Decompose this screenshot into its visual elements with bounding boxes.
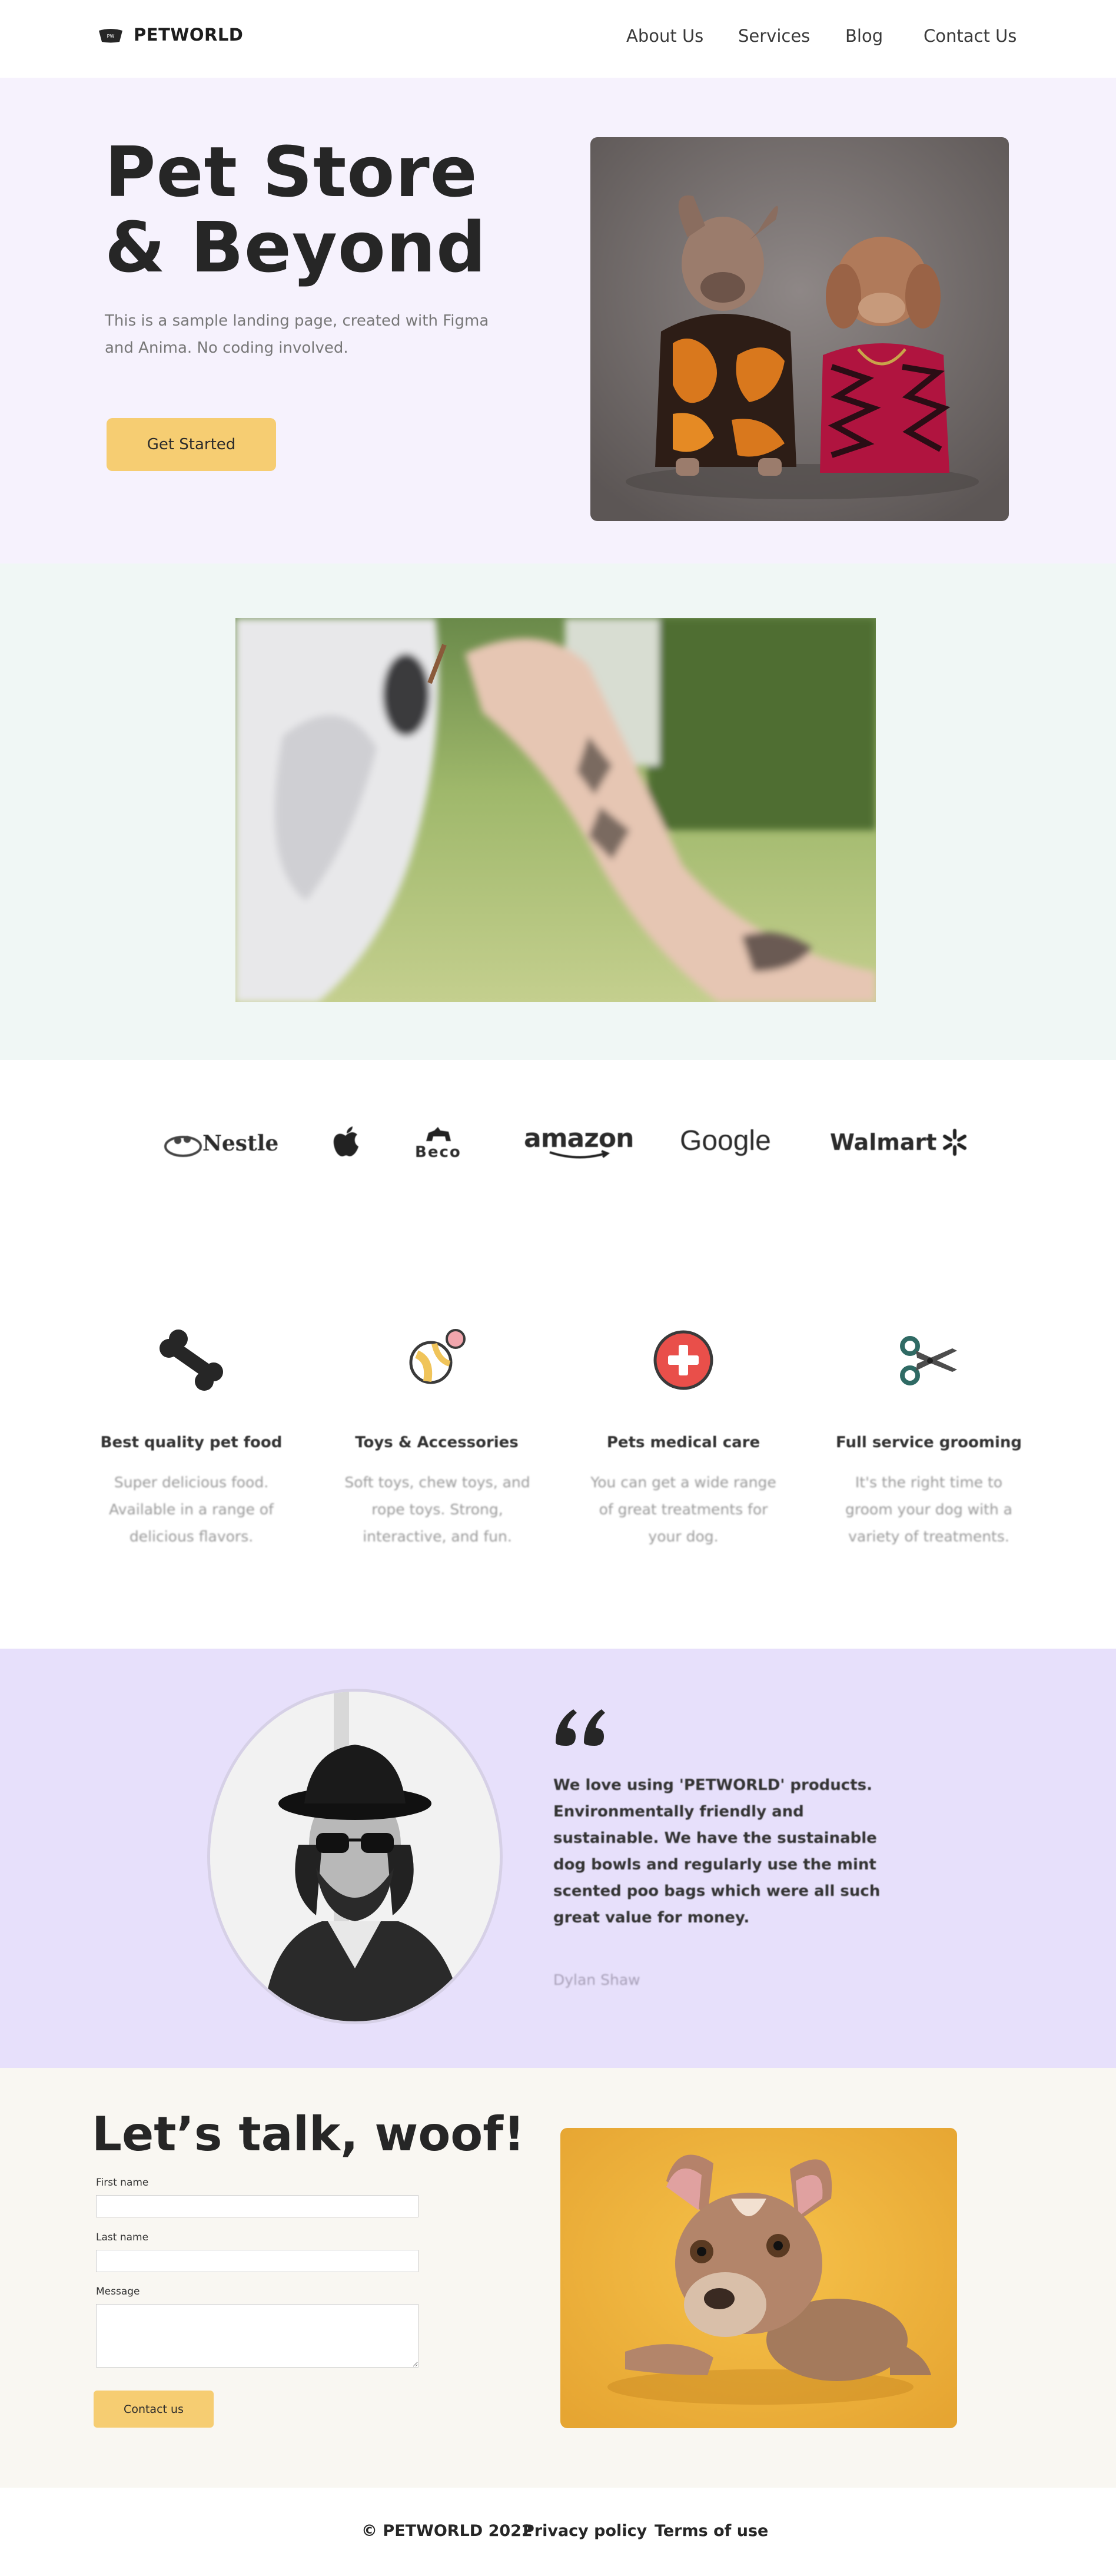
nav-link-blog[interactable]: Blog	[845, 26, 883, 46]
brand-logo[interactable]: PW PETWORLD	[97, 25, 243, 45]
ball-icon	[409, 1329, 466, 1384]
service-desc-grooming: It's the right time to groom your dog wi…	[845, 1474, 1012, 1545]
contact-title: Let’s talk, woof!	[92, 2107, 525, 2161]
walmart-logo: Walmart	[830, 1129, 968, 1156]
testimonial-quote: We love using 'PETWORLD' products. Envir…	[553, 1776, 881, 1927]
nestle-logo: Nestle	[164, 1129, 278, 1158]
terms-of-use-link[interactable]: Terms of use	[655, 2522, 768, 2540]
nest-icon	[164, 1136, 202, 1157]
dog-feeding-photo	[235, 618, 876, 1002]
apple-icon	[333, 1126, 358, 1156]
pet-bowl-logo-icon: PW	[99, 29, 122, 43]
nav-link-services[interactable]: Services	[738, 26, 810, 46]
medical-cross-icon	[653, 1330, 713, 1390]
testimonial-author: Dylan Shaw	[553, 1971, 640, 1988]
privacy-policy-link[interactable]: Privacy policy	[523, 2522, 647, 2540]
message-label: Message	[96, 2286, 140, 2297]
service-desc-food: Super delicious food. Available in a ran…	[109, 1474, 274, 1545]
contact-us-button[interactable]: Contact us	[94, 2391, 214, 2428]
amazon-smile-icon	[549, 1150, 610, 1159]
hero-title-line1: Pet Store	[105, 131, 478, 213]
google-logo: Google	[680, 1125, 771, 1156]
service-desc-medical: You can get a wide range of great treatm…	[590, 1474, 776, 1545]
quote-icon	[556, 1709, 605, 1746]
testimonial-avatar	[207, 1689, 503, 2024]
first-name-label: First name	[96, 2177, 149, 2189]
beco-logo: Beco	[415, 1125, 461, 1161]
puppy-photo	[560, 2128, 957, 2428]
message-field[interactable]	[96, 2304, 418, 2368]
hero-title-line2: & Beyond	[105, 207, 487, 288]
first-name-field[interactable]	[96, 2195, 418, 2217]
service-title-food: Best quality pet food	[100, 1434, 283, 1451]
spark-icon	[943, 1129, 967, 1156]
last-name-label: Last name	[96, 2232, 149, 2243]
scissors-icon	[900, 1336, 957, 1385]
nav-link-contact[interactable]: Contact Us	[924, 26, 1017, 46]
amazon-logo: amazon	[524, 1123, 634, 1161]
apple-logo	[331, 1126, 360, 1159]
hero-subtitle: This is a sample landing page, created w…	[105, 312, 489, 357]
dog-silhouette-icon	[426, 1127, 451, 1141]
bone-icon	[160, 1330, 223, 1391]
hero-title: Pet Store & Beyond	[105, 134, 486, 285]
last-name-field[interactable]	[96, 2250, 418, 2272]
service-title-medical: Pets medical care	[606, 1434, 760, 1451]
brand-name: PETWORLD	[134, 25, 244, 45]
footer-copyright: © PETWORLD 2022	[361, 2522, 533, 2540]
service-title-toys: Toys & Accessories	[355, 1434, 519, 1451]
service-title-grooming: Full service grooming	[835, 1434, 1022, 1451]
hero-dogs-photo	[590, 137, 1009, 521]
nav-link-about[interactable]: About Us	[626, 26, 703, 46]
svg-text:PW: PW	[107, 34, 115, 39]
get-started-button[interactable]: Get Started	[107, 418, 276, 471]
service-desc-toys: Soft toys, chew toys, and rope toys. Str…	[344, 1474, 530, 1545]
